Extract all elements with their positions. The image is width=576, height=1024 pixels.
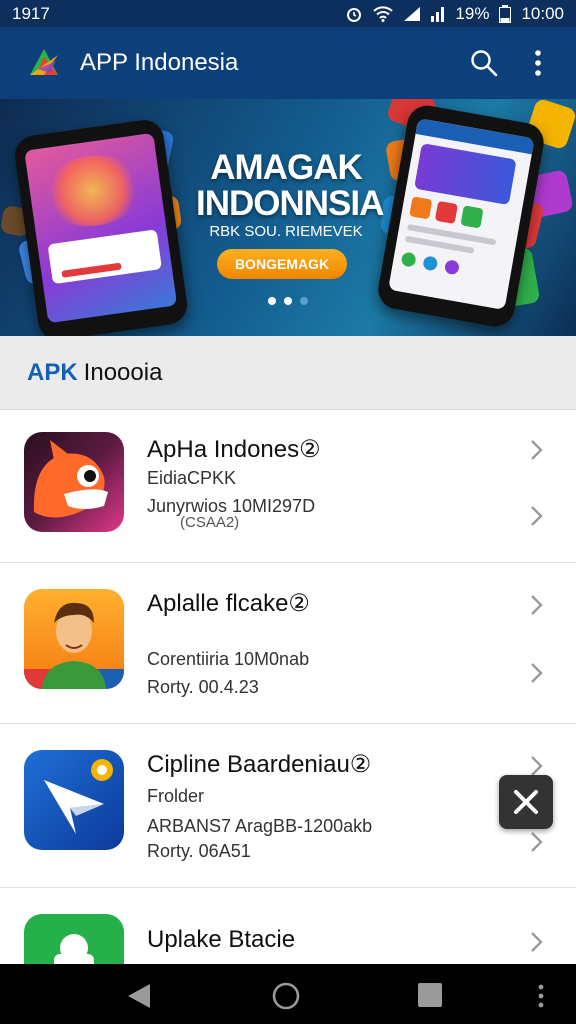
app-line1: Corentiiria 10M0nab <box>147 649 310 669</box>
close-button[interactable] <box>499 775 553 829</box>
search-button[interactable] <box>464 43 504 83</box>
app-name: ApHa Indones② <box>147 436 321 463</box>
app-bar: APP Indonesia <box>0 27 576 99</box>
pager-dot[interactable] <box>300 297 308 305</box>
chevron-right-icon[interactable] <box>526 593 546 617</box>
app-icon <box>24 432 124 532</box>
alarm-icon <box>347 7 362 22</box>
more-vert-icon[interactable] <box>538 984 544 1008</box>
app-line1: EidiaCPKK <box>147 468 237 488</box>
app-title: APP Indonesia <box>80 49 239 76</box>
app-icon <box>24 589 124 689</box>
home-icon[interactable] <box>271 981 301 1011</box>
pager-dot[interactable] <box>268 297 276 305</box>
banner-phone-left <box>12 117 190 336</box>
chevron-right-icon[interactable] <box>526 438 546 462</box>
banner-headline-1: AMAGAK <box>210 148 362 187</box>
chevron-right-icon[interactable] <box>526 661 546 685</box>
app-line2: Rorty. 00.4.23 <box>147 677 259 697</box>
chevron-right-icon[interactable] <box>526 830 546 854</box>
fox-icon <box>33 440 108 518</box>
battery-icon <box>499 4 512 23</box>
status-clock: 10:00 <box>521 3 564 23</box>
search-icon <box>471 50 498 77</box>
banner-cta-button[interactable]: BONGEMAGK <box>217 249 347 279</box>
wifi-icon <box>373 5 394 22</box>
app-icon <box>24 914 124 964</box>
list-item[interactable]: Cipline Baardeniau② Frolder ARBANS7 Arag… <box>0 724 576 888</box>
banner-subline: RBK SOU. RIEMEVEK <box>209 223 363 240</box>
list-item[interactable]: Uplake Btacie <box>0 888 576 964</box>
list-item[interactable]: Aplalle flcake② Corentiiria 10M0nab Rort… <box>0 563 576 724</box>
battery-percent: 19% <box>455 3 490 23</box>
app-line1: Frolder <box>147 786 205 806</box>
banner-headline-2: INDONNSIA <box>196 184 384 223</box>
pager-dot[interactable] <box>284 297 292 305</box>
puzzle-icon <box>54 934 94 964</box>
avatar-icon <box>24 602 124 689</box>
overflow-menu-button[interactable] <box>518 43 558 83</box>
app-name: Aplalle flcake② <box>147 590 310 617</box>
section-header: APK Inoooia <box>0 336 576 410</box>
status-time: 1917 <box>12 3 50 23</box>
back-icon[interactable] <box>126 982 152 1010</box>
app-line2: ARBANS7 AragBB-1200akb <box>147 816 373 836</box>
section-title: Inoooia <box>83 358 163 386</box>
section-prefix: APK <box>27 358 78 386</box>
more-vert-icon <box>535 50 541 76</box>
app-icon <box>24 750 124 850</box>
app-name: Uplake Btacie <box>147 926 296 953</box>
logo-icon <box>30 49 58 75</box>
signal-icon <box>404 6 421 21</box>
app-line3: Rorty. 06A51 <box>147 841 251 861</box>
promo-banner[interactable]: AMAGAK INDONNSIA RBK SOU. RIEMEVEK BONGE… <box>0 99 576 336</box>
close-icon <box>514 790 538 814</box>
recents-icon[interactable] <box>417 982 443 1008</box>
banner-pager <box>268 297 308 305</box>
signal-bars-icon <box>431 6 445 22</box>
system-nav-bar <box>0 964 576 1024</box>
app-name: Cipline Baardeniau② <box>147 751 372 778</box>
app-list: ApHa Indones② EidiaCPKK Junyrwios 10MI29… <box>0 410 576 964</box>
chevron-right-icon[interactable] <box>526 504 546 528</box>
status-bar: 1917 19% 10:00 <box>0 0 576 27</box>
chevron-right-icon[interactable] <box>526 930 546 954</box>
send-arrow-icon <box>44 759 113 834</box>
app-line3: (CSAA2) <box>180 514 240 531</box>
list-item[interactable]: ApHa Indones② EidiaCPKK Junyrwios 10MI29… <box>0 410 576 563</box>
